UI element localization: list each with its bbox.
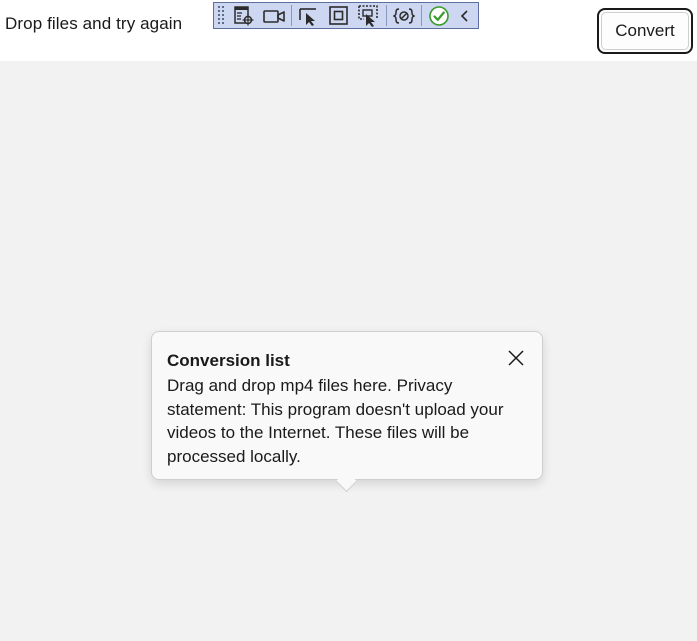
toolbar-grip-handle[interactable]	[217, 5, 225, 26]
toolbar-separator	[291, 5, 292, 26]
teaching-tip-title: Conversion list	[167, 351, 290, 370]
live-visual-tree-icon	[234, 5, 254, 25]
camera-button[interactable]	[259, 3, 289, 28]
track-focus-button[interactable]	[354, 3, 384, 28]
binding-failures-icon	[393, 7, 415, 24]
toolbar-separator	[421, 5, 422, 26]
check-circle-icon	[429, 5, 449, 26]
teaching-tip-body: Drag and drop mp4 files here. Privacy st…	[167, 376, 504, 466]
hot-reload-status-button[interactable]	[424, 3, 454, 28]
teaching-tip-close-button[interactable]	[504, 346, 528, 370]
teaching-tip-tail	[335, 470, 358, 493]
status-text: Drop files and try again	[5, 14, 183, 33]
toolbar-separator	[386, 5, 387, 26]
binding-failures-button[interactable]	[389, 3, 419, 28]
xaml-debug-toolbar	[213, 2, 479, 29]
select-element-button[interactable]	[294, 3, 324, 28]
track-focus-icon	[358, 4, 378, 27]
camera-icon	[263, 9, 285, 23]
live-visual-tree-button[interactable]	[229, 3, 259, 28]
convert-button[interactable]: Convert	[597, 8, 693, 54]
select-element-icon	[299, 7, 316, 26]
convert-button-label: Convert	[615, 21, 675, 40]
conversion-list-teaching-tip: Conversion list Drag and drop mp4 files …	[151, 331, 543, 493]
display-layout-adorners-icon	[329, 5, 348, 25]
collapse-toolbar-button[interactable]	[454, 3, 476, 28]
close-icon	[508, 350, 524, 366]
collapse-chevron-icon	[460, 9, 468, 22]
header-bar: Drop files and try again Convert	[0, 0, 697, 61]
display-layout-adorners-button[interactable]	[324, 3, 354, 28]
